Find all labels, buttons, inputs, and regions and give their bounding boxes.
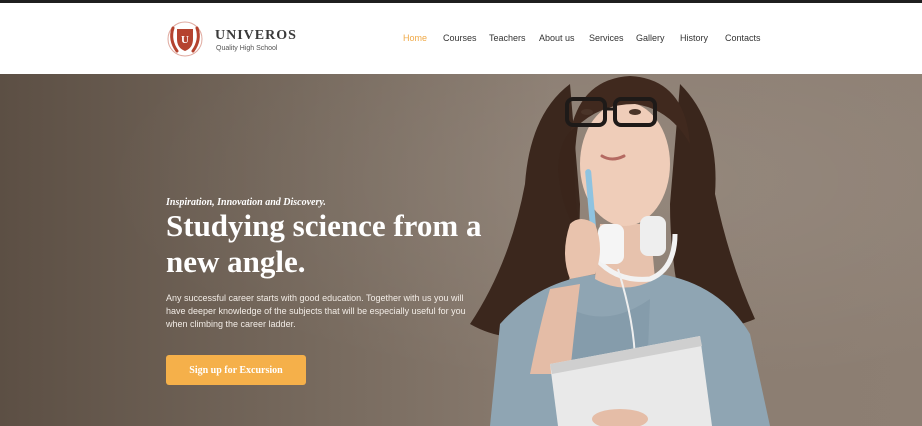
brand-name: UNIVEROS bbox=[215, 28, 297, 43]
nav-about-us[interactable]: About us bbox=[539, 33, 575, 43]
hero-headline: Studying science from a new angle. bbox=[166, 208, 482, 279]
nav-services[interactable]: Services bbox=[589, 33, 624, 43]
hero-eyebrow: Inspiration, Innovation and Discovery. bbox=[166, 197, 326, 208]
logo-link[interactable]: U UNIVEROS Quality High School bbox=[165, 20, 305, 58]
site-header: U UNIVEROS Quality High School Home Cour… bbox=[0, 3, 922, 74]
svg-text:U: U bbox=[181, 34, 189, 46]
nav-gallery[interactable]: Gallery bbox=[636, 33, 665, 43]
nav-contacts[interactable]: Contacts bbox=[725, 33, 761, 43]
nav-courses[interactable]: Courses bbox=[443, 33, 477, 43]
shield-laurel-icon: U bbox=[167, 21, 203, 57]
hero-description: Any successful career starts with good e… bbox=[166, 293, 466, 329]
nav-home[interactable]: Home bbox=[403, 33, 427, 43]
nav-teachers[interactable]: Teachers bbox=[489, 33, 526, 43]
signup-excursion-button[interactable]: Sign up for Excursion bbox=[166, 355, 306, 385]
hero-banner: Inspiration, Innovation and Discovery. S… bbox=[0, 74, 922, 426]
nav-history[interactable]: History bbox=[680, 33, 708, 43]
brand-tagline: Quality High School bbox=[216, 45, 278, 52]
